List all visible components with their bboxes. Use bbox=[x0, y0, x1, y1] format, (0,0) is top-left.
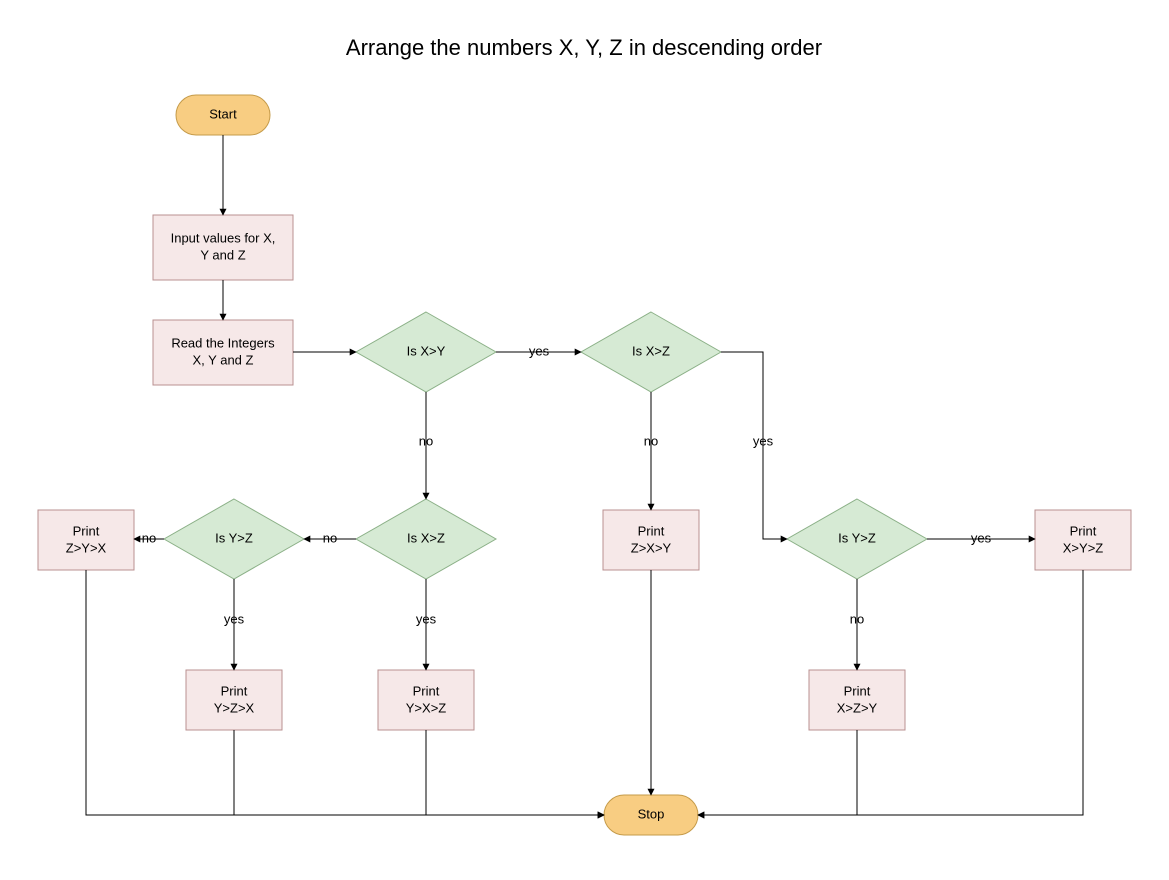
input-label-1: Input values for X, bbox=[171, 230, 276, 245]
edge-yzr-yes-label: yes bbox=[971, 530, 992, 545]
decision-yz-left-label: Is Y>Z bbox=[215, 530, 253, 545]
edge-yzr-no-label: no bbox=[850, 611, 864, 626]
start-label: Start bbox=[209, 106, 237, 121]
print-zxy-l1: Print bbox=[638, 523, 665, 538]
print-yxz-l1: Print bbox=[413, 683, 440, 698]
edge-xy-yes-label: yes bbox=[529, 343, 550, 358]
print-zyx-l2: Z>Y>X bbox=[66, 540, 107, 555]
print-xyz-l2: X>Y>Z bbox=[1063, 540, 1104, 555]
edge-xzy-stop bbox=[698, 730, 857, 815]
stop-label: Stop bbox=[638, 806, 665, 821]
edge-yzl-no-label: no bbox=[142, 530, 156, 545]
edge-yzx-stop bbox=[234, 730, 604, 815]
print-yzx-l1: Print bbox=[221, 683, 248, 698]
print-xyz-l1: Print bbox=[1070, 523, 1097, 538]
flowchart: Arrange the numbers X, Y, Z in descendin… bbox=[0, 0, 1169, 880]
read-label-2: X, Y and Z bbox=[193, 352, 254, 367]
print-yzx-l2: Y>Z>X bbox=[214, 700, 255, 715]
edge-yxz-stop bbox=[426, 730, 604, 815]
diagram-title: Arrange the numbers X, Y, Z in descendin… bbox=[346, 35, 822, 60]
print-zyx-l1: Print bbox=[73, 523, 100, 538]
decision-yz-right-label: Is Y>Z bbox=[838, 530, 876, 545]
print-zxy-l2: Z>X>Y bbox=[631, 540, 672, 555]
edge-zyx-stop bbox=[86, 570, 604, 815]
edge-xzl-yes-label: yes bbox=[416, 611, 437, 626]
print-xzy-l2: X>Z>Y bbox=[837, 700, 878, 715]
print-yxz-l2: Y>X>Z bbox=[406, 700, 447, 715]
decision-xz-right-label: Is X>Z bbox=[632, 343, 670, 358]
input-label-2: Y and Z bbox=[200, 247, 245, 262]
decision-xy-label: Is X>Y bbox=[407, 343, 446, 358]
edge-xzr-yes-label: yes bbox=[753, 433, 774, 448]
print-xzy-l1: Print bbox=[844, 683, 871, 698]
read-label-1: Read the Integers bbox=[171, 335, 275, 350]
edge-xzr-no-label: no bbox=[644, 433, 658, 448]
edge-xy-no-label: no bbox=[419, 433, 433, 448]
edge-xzl-no-label: no bbox=[323, 530, 337, 545]
decision-xz-left-label: Is X>Z bbox=[407, 530, 445, 545]
edge-yzl-yes-label: yes bbox=[224, 611, 245, 626]
